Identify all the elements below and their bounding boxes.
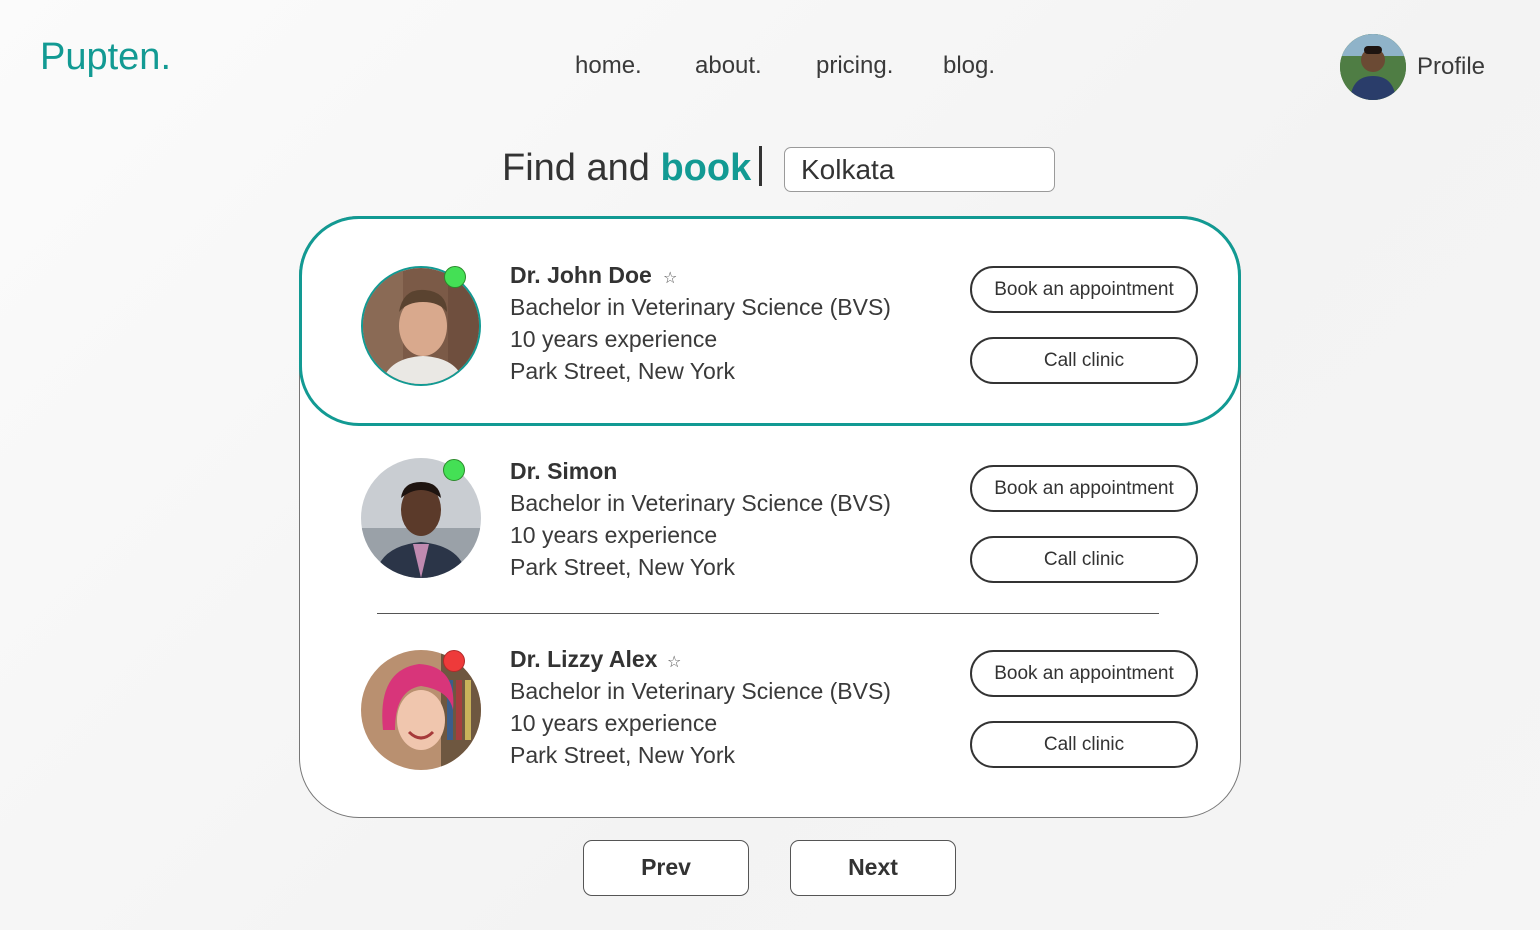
doctor-degree: Bachelor in Veterinary Science (BVS) — [510, 490, 891, 516]
heading-accent: book — [660, 147, 752, 189]
text-cursor — [759, 146, 763, 186]
doctor-experience: 10 years experience — [510, 710, 718, 736]
location-search-input[interactable] — [784, 147, 1055, 192]
book-appointment-button[interactable]: Book an appointment — [970, 266, 1198, 313]
status-offline-indicator — [443, 650, 465, 672]
page-heading: Find and book — [502, 146, 763, 190]
doctor-experience: 10 years experience — [510, 522, 718, 548]
nav-about[interactable]: about. — [695, 52, 762, 80]
doctor-name: Dr. Lizzy Alex — [510, 646, 658, 672]
doctor-degree: Bachelor in Veterinary Science (BVS) — [510, 678, 891, 704]
nav-blog[interactable]: blog. — [943, 52, 995, 80]
doctor-location: Park Street, New York — [510, 742, 735, 768]
doctor-location: Park Street, New York — [510, 358, 735, 384]
status-online-indicator — [444, 266, 466, 288]
profile-label: Profile — [1417, 53, 1486, 80]
doctor-photo — [361, 650, 481, 770]
star-icon: ☆ — [667, 654, 682, 671]
book-appointment-button[interactable]: Book an appointment — [970, 650, 1198, 697]
list-divider — [377, 613, 1159, 614]
doctor-name: Dr. John Doe — [510, 262, 652, 288]
status-online-indicator — [443, 459, 465, 481]
profile-avatar — [1340, 34, 1406, 100]
next-page-button[interactable]: Next — [790, 840, 956, 896]
nav-pricing[interactable]: pricing. — [816, 52, 893, 80]
main-nav: home. about. pricing. blog. — [0, 52, 1540, 86]
nav-home[interactable]: home. — [575, 52, 642, 80]
book-appointment-button[interactable]: Book an appointment — [970, 465, 1198, 512]
doctor-degree: Bachelor in Veterinary Science (BVS) — [510, 294, 891, 320]
star-icon: ☆ — [663, 270, 678, 287]
heading-prefix: Find and — [502, 147, 661, 189]
prev-page-button[interactable]: Prev — [583, 840, 749, 896]
doctor-experience: 10 years experience — [510, 326, 718, 352]
doctor-location: Park Street, New York — [510, 554, 735, 580]
doctor-name: Dr. Simon — [510, 458, 618, 484]
call-clinic-button[interactable]: Call clinic — [970, 536, 1198, 583]
call-clinic-button[interactable]: Call clinic — [970, 337, 1198, 384]
profile-link[interactable]: Profile — [1340, 34, 1485, 100]
call-clinic-button[interactable]: Call clinic — [970, 721, 1198, 768]
